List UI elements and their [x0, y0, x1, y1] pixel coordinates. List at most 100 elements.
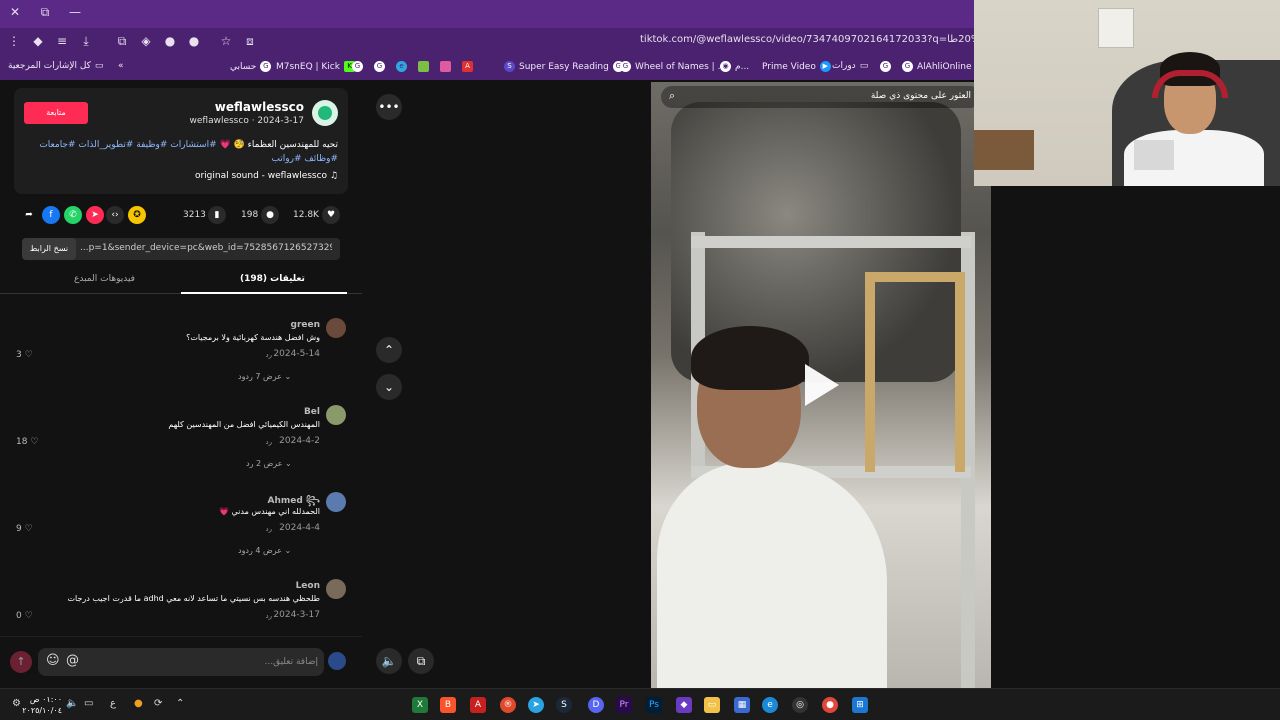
chevron-up-icon[interactable]: ⌃ — [376, 337, 402, 363]
sound-link[interactable]: original sound - weflawlessco ♫ — [195, 171, 338, 181]
reply-button[interactable]: رد — [266, 612, 273, 620]
related-search-bar[interactable]: ⌕ العثور على محتوى ذي صلة — [661, 86, 981, 108]
post-comment-button[interactable]: ↑ — [10, 651, 32, 673]
commenter-avatar[interactable] — [326, 492, 346, 512]
network-icon[interactable]: ▭ — [84, 698, 93, 709]
photoshop-icon[interactable]: Ps — [646, 697, 662, 713]
bookmark-courses[interactable]: دورات ▭ — [832, 61, 868, 71]
extensions-icon[interactable]: ⧉ — [114, 33, 130, 49]
heart-icon[interactable]: ♥ — [322, 206, 340, 224]
media-icon[interactable]: ≡ — [54, 33, 70, 49]
picture-in-picture-icon[interactable]: ⧉ — [408, 648, 434, 674]
menu-dots-icon[interactable]: ⋮ — [6, 33, 22, 49]
bookmark-green[interactable] — [418, 61, 429, 72]
extension-eye-icon[interactable]: ● — [162, 33, 178, 49]
bookmark-a[interactable]: A — [462, 61, 473, 72]
tray-app-icon[interactable]: ⟳ — [154, 698, 162, 709]
address-bar[interactable]: tiktok.com/@weflawlessco/video/734740970… — [640, 34, 974, 45]
bookmark-account[interactable]: حسابي G — [230, 61, 272, 72]
whatsapp-icon[interactable]: ✆ — [64, 206, 82, 224]
bookmark-icon[interactable]: ▮ — [208, 206, 226, 224]
bookmark-m[interactable]: ◉ م... — [720, 61, 749, 72]
file-explorer-icon[interactable]: ▭ — [704, 697, 720, 713]
bookmark-kick[interactable]: M7snEQ | Kick K — [276, 61, 355, 72]
excel-icon[interactable]: X — [412, 697, 428, 713]
commenter-name[interactable]: green — [291, 320, 321, 330]
mic-icon[interactable]: ● — [134, 698, 143, 709]
language-indicator[interactable]: ع — [110, 698, 116, 709]
windows-start-icon[interactable]: ⊞ — [852, 697, 868, 713]
tab-creator-videos[interactable]: فيديوهات المبدع — [74, 274, 135, 284]
copy-link-button[interactable]: نسخ الرابط — [22, 238, 76, 260]
chevron-down-icon[interactable]: ⌄ — [376, 374, 402, 400]
send-icon[interactable]: ➤ — [86, 206, 104, 224]
bookmark-edge[interactable]: e — [396, 61, 407, 72]
app-a-icon[interactable]: A — [470, 697, 486, 713]
play-icon[interactable] — [805, 364, 839, 406]
bookmark-prime[interactable]: Prime Video ▶ — [762, 61, 831, 72]
gift-icon[interactable]: ✪ — [128, 206, 146, 224]
commenter-avatar[interactable] — [326, 579, 346, 599]
bookmark-wheel[interactable]: G Wheel of Names | ... — [620, 61, 726, 72]
view-replies-button[interactable]: عرض 2 رد ⌄ — [246, 459, 292, 468]
user-avatar[interactable] — [328, 652, 346, 670]
bookmark-globe-3[interactable]: G — [880, 61, 891, 72]
app-circle-icon[interactable]: ® — [500, 697, 516, 713]
telegram-icon[interactable]: ➤ — [528, 697, 544, 713]
comment-like-count[interactable]: 3 ♡ — [16, 350, 33, 360]
view-replies-button[interactable]: عرض 7 ردود ⌄ — [238, 372, 291, 381]
comment-like-count[interactable]: 9 ♡ — [16, 524, 33, 534]
mention-icon[interactable]: @ — [66, 653, 79, 668]
store-icon[interactable]: ▦ — [734, 697, 750, 713]
brave-icon[interactable]: B — [440, 697, 456, 713]
creator-avatar[interactable] — [312, 100, 338, 126]
bookmark-super-easy[interactable]: S Super Easy Reading G — [504, 61, 624, 72]
commenter-avatar[interactable] — [326, 318, 346, 338]
extension-red-icon[interactable]: ● — [186, 33, 202, 49]
chevron-left-icon[interactable]: « — [118, 61, 124, 71]
download-icon[interactable]: ⤓ — [78, 33, 94, 49]
tab-comments[interactable]: تعليقات (198) — [240, 274, 305, 284]
follow-button[interactable]: متابعة — [24, 102, 88, 124]
bookmark-alahli[interactable]: G AlAhliOnline — [902, 61, 972, 72]
comment-icon[interactable]: ● — [261, 206, 279, 224]
notification-icon[interactable]: ⚙ — [12, 698, 21, 709]
commenter-name[interactable]: Bel — [304, 407, 320, 417]
extension-shield-icon[interactable]: ◆ — [30, 33, 46, 49]
bookmark-grid[interactable] — [440, 61, 451, 72]
close-window-icon[interactable]: ✕ — [6, 5, 24, 19]
chevron-up-icon[interactable]: ⌃ — [176, 698, 184, 709]
steam-icon[interactable]: S — [556, 697, 572, 713]
extension-diamond-icon[interactable]: ◈ — [138, 33, 154, 49]
more-options-icon[interactable]: ••• — [376, 94, 402, 120]
bookmark-star-icon[interactable]: ☆ — [218, 33, 234, 49]
commenter-name[interactable]: Leon — [296, 581, 320, 591]
app-chat-icon[interactable]: ◎ — [792, 697, 808, 713]
video-player[interactable]: ⌕ العثور على محتوى ذي صلة — [651, 82, 991, 688]
bookmark-globe-1[interactable]: G — [352, 61, 363, 72]
reply-button[interactable]: رد — [266, 525, 273, 533]
comment-input[interactable] — [118, 653, 318, 671]
system-clock[interactable]: ٠١:٠٠ ص ٢٠٢٥/١٠/٠٤ — [22, 694, 62, 716]
cast-icon[interactable]: ⧈ — [242, 33, 258, 49]
bookmark-all[interactable]: كل الإشارات المرجعية ▭ — [8, 61, 103, 71]
comment-like-count[interactable]: 0 ♡ — [16, 611, 33, 621]
speaker-icon[interactable]: 🔈 — [66, 698, 78, 709]
emoji-icon[interactable]: ☺ — [46, 653, 60, 668]
creator-username[interactable]: weflawlessco — [215, 100, 304, 114]
facebook-icon[interactable]: f — [42, 206, 60, 224]
comment-like-count[interactable]: 18 ♡ — [16, 437, 38, 447]
reply-button[interactable]: رد — [266, 351, 273, 359]
reply-button[interactable]: رد — [266, 438, 273, 446]
commenter-avatar[interactable] — [326, 405, 346, 425]
chrome-icon[interactable]: ● — [822, 697, 838, 713]
restore-window-icon[interactable]: ⧉ — [36, 5, 54, 20]
edge-icon[interactable]: e — [762, 697, 778, 713]
bookmark-globe-2[interactable]: G — [374, 61, 385, 72]
discord-icon[interactable]: D — [588, 697, 604, 713]
app-diamond-icon[interactable]: ◆ — [676, 697, 692, 713]
share-link-text[interactable]: ...p=1&sender_device=pc&web_id=752856712… — [80, 243, 332, 253]
premiere-icon[interactable]: Pr — [616, 697, 632, 713]
share-arrow-icon[interactable]: ➦ — [20, 206, 38, 224]
embed-icon[interactable]: ‹› — [106, 206, 124, 224]
